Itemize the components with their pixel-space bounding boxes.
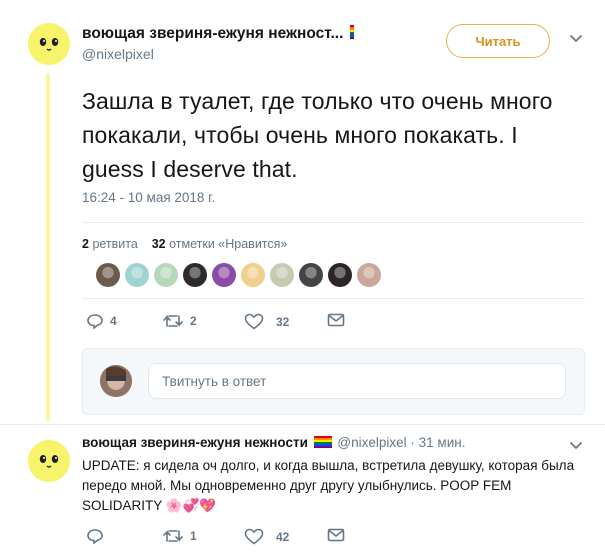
retweets-label[interactable]: ретвита	[92, 237, 137, 251]
retweets-count[interactable]: 2	[82, 237, 89, 251]
divider	[82, 298, 585, 299]
divider	[82, 222, 585, 223]
user-photo-icon	[100, 365, 132, 397]
retweet-icon	[163, 315, 183, 327]
retweet-count: 2	[190, 314, 197, 328]
liker-avatar-6[interactable]	[241, 263, 265, 287]
reply-text: UPDATE: я сидела оч долго, и когда вышла…	[82, 458, 575, 513]
liker-avatars	[96, 263, 381, 287]
reply-display-name[interactable]: воющая звериня-ежуня нежности	[82, 435, 308, 450]
liker-avatar-10[interactable]	[357, 263, 381, 287]
rainbow-flag-icon	[349, 25, 354, 39]
dm-action[interactable]	[327, 528, 345, 542]
reply-author-avatar[interactable]	[28, 440, 70, 482]
liker-avatar-4[interactable]	[183, 263, 207, 287]
avatar[interactable]	[28, 23, 70, 65]
display-name-text: воющая звериня-ежуня нежност...	[82, 25, 344, 42]
rainbow-flag-icon	[313, 436, 332, 448]
retweet-count: 1	[190, 529, 197, 543]
like-action[interactable]: 42	[244, 528, 289, 545]
follow-button[interactable]: Читать	[446, 24, 550, 58]
liker-avatar-9[interactable]	[328, 263, 352, 287]
likes-count[interactable]: 32	[152, 237, 166, 251]
user-avatar	[100, 365, 132, 397]
retweet-action[interactable]: 1	[162, 528, 197, 544]
liker-avatar-2[interactable]	[125, 263, 149, 287]
thread-line	[46, 73, 50, 421]
engagement-stats: 2 ретвита 32 отметки «Нравится»	[82, 237, 287, 251]
emoji-flower-hearts-icon: 🌸💞💖	[165, 498, 217, 513]
liker-avatar-7[interactable]	[270, 263, 294, 287]
divider	[0, 424, 605, 425]
like-count: 32	[276, 314, 290, 329]
heart-icon	[244, 528, 264, 545]
liker-avatar-5[interactable]	[212, 263, 236, 287]
liker-avatar-3[interactable]	[154, 263, 178, 287]
reply-action[interactable]	[86, 528, 104, 544]
timestamp[interactable]: 16:24 - 10 мая 2018 г.	[82, 190, 215, 205]
avatar-face-icon	[28, 23, 70, 65]
avatar-face-icon	[28, 440, 70, 482]
retweet-action[interactable]: 2	[162, 313, 197, 329]
tweet-text: Зашла в туалет, где только что очень мно…	[82, 88, 553, 182]
envelope-icon	[327, 313, 345, 327]
liker-avatar-8[interactable]	[299, 263, 323, 287]
reply-input[interactable]: Твитнуть в ответ	[148, 363, 566, 399]
likes-label[interactable]: отметки «Нравится»	[169, 237, 287, 251]
chevron-down-icon[interactable]	[568, 33, 584, 45]
reply-action[interactable]: 4	[86, 313, 117, 329]
heart-icon	[244, 313, 264, 330]
like-action[interactable]: 32	[244, 313, 289, 330]
retweet-icon	[163, 530, 183, 542]
reply-icon	[87, 314, 103, 329]
chevron-down-icon[interactable]	[568, 440, 584, 452]
handle[interactable]: @nixelpixel	[82, 46, 154, 62]
reply-handle[interactable]: @nixelpixel	[337, 435, 406, 450]
envelope-icon	[327, 528, 345, 542]
reply-count: 4	[110, 314, 117, 328]
dm-action[interactable]	[327, 313, 345, 327]
like-count: 42	[276, 529, 290, 544]
reply-time[interactable]: · 31 мин.	[410, 435, 465, 450]
liker-avatar-1[interactable]	[96, 263, 120, 287]
reply-header: воющая звериня-ежуня нежности @nixelpixe…	[82, 435, 465, 450]
reply-icon	[87, 529, 103, 544]
display-name[interactable]: воющая звериня-ежуня нежност...	[82, 25, 356, 43]
reply-text-block: UPDATE: я сидела оч долго, и когда вышла…	[82, 456, 582, 516]
